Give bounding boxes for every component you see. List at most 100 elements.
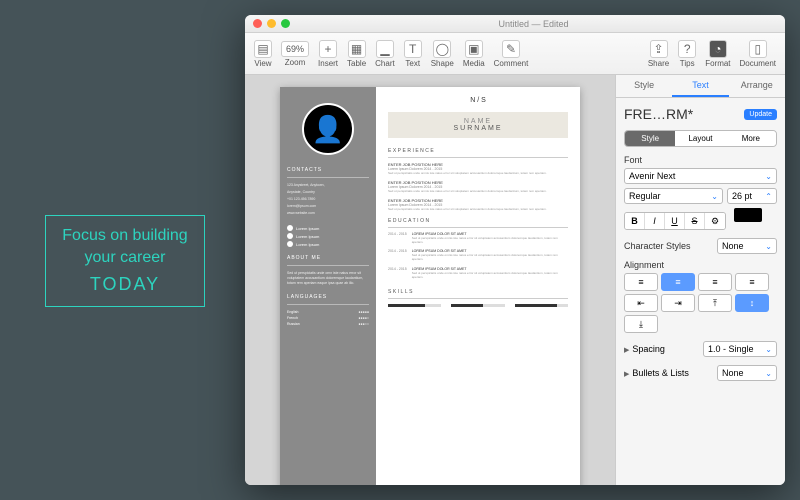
website: www.website.com [287, 211, 369, 216]
view-button[interactable]: ▤View [251, 38, 275, 70]
canvas[interactable]: 👤 CONTACTS 123 Anystreet, Anytown, Anyst… [245, 75, 615, 485]
app-window: Untitled — Edited ▤View 69%Zoom +Insert … [245, 15, 785, 485]
name-box: NAME SURNAME [388, 112, 568, 138]
lang-row: Russian●●●○○ [287, 322, 369, 326]
social-icon [287, 225, 293, 231]
education-heading: EDUCATION [388, 218, 568, 224]
align-right-button[interactable]: ≡ [698, 273, 732, 291]
titlebar: Untitled — Edited [245, 15, 785, 33]
share-icon: ⇪ [650, 40, 668, 58]
underline-button[interactable]: U [665, 213, 685, 229]
minimize-icon[interactable] [267, 19, 276, 28]
outdent-button[interactable]: ⇤ [624, 294, 658, 312]
chart-icon: ▁ [376, 40, 394, 58]
edu-row: 2014 - 2015LOREM IPSUM DOLOR SIT AMETSed… [388, 232, 568, 248]
tab-text[interactable]: Text [672, 75, 728, 97]
chevron-down-icon: ⌄ [765, 242, 772, 251]
strike-button[interactable]: S [685, 213, 705, 229]
media-icon: ▣ [465, 40, 483, 58]
font-family-select[interactable]: Avenir Next⌄ [624, 168, 777, 184]
table-button[interactable]: ▦Table [344, 38, 369, 70]
spacing-select[interactable]: 1.0 - Single⌄ [703, 341, 777, 357]
format-button[interactable]: ◔Format [702, 38, 733, 70]
social-icon [287, 233, 293, 239]
resume-sidebar: 👤 CONTACTS 123 Anystreet, Anytown, Anyst… [280, 87, 376, 485]
alignment-buttons: ≡ ≡ ≡ ≡ ⇤ ⇥ ⤒ ↕ ⤓ [624, 273, 777, 333]
zoom-value: 69% [281, 41, 309, 57]
address-line: 123 Anystreet, Anytown, [287, 183, 369, 188]
valign-top-button[interactable]: ⤒ [698, 294, 732, 312]
comment-icon: ✎ [502, 40, 520, 58]
about-text: Sed ut perspiciatis unde omn iste natus … [287, 271, 369, 286]
text-button[interactable]: TText [401, 38, 425, 70]
tab-style[interactable]: Style [616, 75, 672, 97]
align-justify-button[interactable]: ≡ [735, 273, 769, 291]
first-name: NAME [394, 118, 562, 125]
subtab-layout[interactable]: Layout [675, 131, 725, 146]
indent-button[interactable]: ⇥ [661, 294, 695, 312]
document-button[interactable]: ▯Document [737, 38, 779, 70]
about-heading: ABOUT ME [287, 255, 369, 261]
chevron-down-icon: ⌄ [765, 345, 772, 354]
char-styles-select[interactable]: None⌄ [717, 238, 777, 254]
font-weight-select[interactable]: Regular⌄ [624, 188, 723, 204]
subtab-style[interactable]: Style [625, 131, 675, 146]
inspector-tabs: Style Text Arrange [616, 75, 785, 98]
languages-heading: LANGUAGES [287, 294, 369, 300]
media-button[interactable]: ▣Media [460, 38, 488, 70]
text-icon: T [404, 40, 422, 58]
lang-row: French●●●●○ [287, 316, 369, 320]
valign-middle-button[interactable]: ↕ [735, 294, 769, 312]
paragraph-style[interactable]: FRE…RM* Update [624, 106, 777, 122]
resume-main: N / S NAME SURNAME EXPERIENCE ENTER JOB … [376, 87, 580, 485]
inspector-panel: Style Text Arrange FRE…RM* Update Style … [615, 75, 785, 485]
phone: +01 123.456.7890 [287, 197, 369, 202]
shape-button[interactable]: ◯Shape [428, 38, 457, 70]
font-size-stepper[interactable]: 26 pt⌃ [727, 188, 777, 204]
font-label: Font [624, 155, 777, 165]
promo-line1: Focus on building [62, 225, 187, 247]
bullets-select[interactable]: None⌄ [717, 365, 777, 381]
social-row: Lorem Ipsum [287, 241, 369, 247]
italic-button[interactable]: I [645, 213, 665, 229]
align-center-button[interactable]: ≡ [661, 273, 695, 291]
chart-button[interactable]: ▁Chart [372, 38, 398, 70]
zoom-button[interactable]: 69%Zoom [278, 39, 312, 69]
text-style-buttons: B I U S ⚙ [624, 212, 726, 230]
spacing-row[interactable]: ▶Spacing 1.0 - Single⌄ [624, 341, 777, 357]
valign-bottom-button[interactable]: ⤓ [624, 315, 658, 333]
resume-page[interactable]: 👤 CONTACTS 123 Anystreet, Anytown, Anyst… [280, 87, 580, 485]
social-icon [287, 241, 293, 247]
share-button[interactable]: ⇪Share [645, 38, 672, 70]
experience-heading: EXPERIENCE [388, 148, 568, 154]
disclosure-icon: ▶ [624, 347, 629, 354]
close-icon[interactable] [253, 19, 262, 28]
tab-arrange[interactable]: Arrange [729, 75, 785, 97]
edu-row: 2014 - 2015LOREM IPSUM DOLOR SIT AMETSed… [388, 249, 568, 265]
chevron-down-icon: ⌄ [765, 369, 772, 378]
content-area: 👤 CONTACTS 123 Anystreet, Anytown, Anyst… [245, 75, 785, 485]
skills-heading: SKILLS [388, 289, 568, 295]
bold-button[interactable]: B [625, 213, 645, 229]
zoom-icon[interactable] [281, 19, 290, 28]
toolbar: ▤View 69%Zoom +Insert ▦Table ▁Chart TTex… [245, 33, 785, 75]
gear-icon[interactable]: ⚙ [705, 213, 725, 229]
table-icon: ▦ [348, 40, 366, 58]
social-row: Lorem Ipsum [287, 225, 369, 231]
align-left-button[interactable]: ≡ [624, 273, 658, 291]
bullets-row[interactable]: ▶Bullets & Lists None⌄ [624, 365, 777, 381]
resume-logo: N / S [388, 97, 568, 104]
alignment-label: Alignment [624, 260, 777, 270]
color-swatch[interactable] [734, 208, 762, 222]
surname: SURNAME [394, 125, 562, 132]
text-subtabs: Style Layout More [624, 130, 777, 147]
tips-button[interactable]: ?Tips [675, 38, 699, 70]
subtab-more[interactable]: More [726, 131, 776, 146]
insert-icon: + [319, 40, 337, 58]
comment-button[interactable]: ✎Comment [491, 38, 532, 70]
char-styles-label: Character Styles [624, 241, 691, 251]
window-controls [253, 19, 290, 28]
stepper-icon: ⌃ [765, 192, 772, 201]
insert-button[interactable]: +Insert [315, 38, 341, 70]
update-button[interactable]: Update [744, 109, 777, 120]
